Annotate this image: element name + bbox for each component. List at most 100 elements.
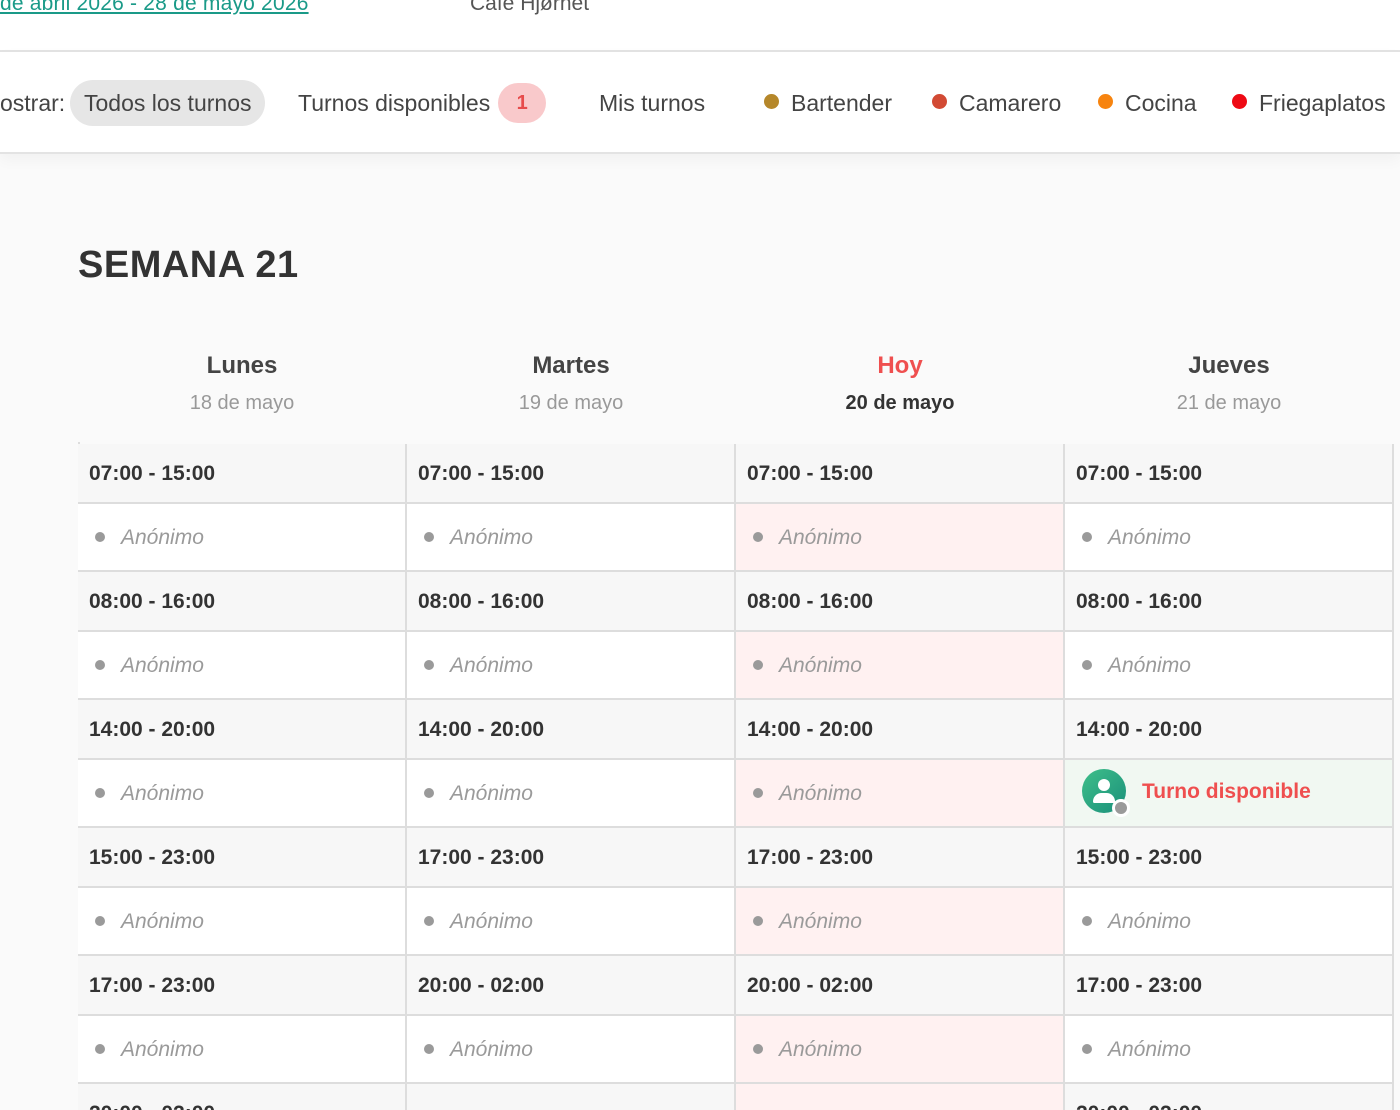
shift-person-cell[interactable]: Anónimo bbox=[1065, 888, 1394, 956]
shift-time: 20:00 - 02:00 bbox=[736, 956, 1065, 1016]
person-dot-icon bbox=[424, 1044, 434, 1054]
shift-person-cell[interactable]: Anónimo bbox=[78, 888, 407, 956]
shift-person-cell[interactable]: Anónimo bbox=[407, 1016, 736, 1084]
day-date: 21 de mayo bbox=[1176, 392, 1282, 414]
person-dot-icon bbox=[753, 532, 763, 542]
filter-my-shifts-label: Mis turnos bbox=[599, 90, 706, 116]
legend-dot-icon bbox=[932, 94, 947, 110]
person-dot-icon bbox=[424, 916, 434, 926]
location-name: Café Hjørnet bbox=[470, 0, 590, 15]
person-dot-icon bbox=[1082, 1044, 1092, 1054]
day-date: 18 de mayo bbox=[189, 392, 295, 414]
day-name: Hoy bbox=[877, 352, 923, 379]
person-dot-icon bbox=[1082, 660, 1092, 670]
shift-person-cell[interactable]: Anónimo bbox=[78, 1016, 407, 1084]
day-header: Lunes 18 de mayo bbox=[78, 352, 406, 415]
shift-time: 17:00 - 23:00 bbox=[736, 828, 1065, 888]
person-dot-icon bbox=[1082, 532, 1092, 542]
filter-all-shifts[interactable]: Todos los turnos bbox=[70, 80, 266, 126]
shift-time: 07:00 - 15:00 bbox=[1065, 444, 1394, 504]
shift-person-cell[interactable]: Anónimo bbox=[407, 760, 736, 828]
shift-person-cell[interactable]: Anónimo bbox=[407, 888, 736, 956]
person-dot-icon bbox=[95, 916, 105, 926]
day-name: Martes bbox=[532, 352, 610, 379]
legend-label: Bartender bbox=[791, 90, 893, 116]
filter-bar: ostrar: Todos los turnos Turnos disponib… bbox=[0, 52, 1400, 154]
shift-time: 07:00 - 15:00 bbox=[736, 444, 1065, 504]
shift-person-cell[interactable]: Anónimo bbox=[78, 632, 407, 700]
legend-label: Friegaplatos bbox=[1259, 90, 1386, 116]
shift-person-cell[interactable]: Anónimo bbox=[736, 632, 1065, 700]
shift-person-cell[interactable]: Anónimo bbox=[407, 632, 736, 700]
person-name: Anónimo bbox=[450, 1038, 533, 1061]
legend-item-bartender: Bartender bbox=[764, 90, 892, 117]
shift-person-cell[interactable]: Anónimo bbox=[736, 1016, 1065, 1084]
person-name: Anónimo bbox=[450, 910, 533, 933]
person-name: Anónimo bbox=[121, 654, 204, 677]
legend-item-friegaplatos: Friegaplatos bbox=[1232, 90, 1386, 117]
shift-time: 14:00 - 20:00 bbox=[736, 700, 1065, 760]
shift-time: 08:00 - 16:00 bbox=[1065, 572, 1394, 632]
shift-time bbox=[407, 1084, 736, 1110]
person-name: Anónimo bbox=[121, 910, 204, 933]
date-range-link[interactable]: de abril 2026 - 28 de mayo 2026 bbox=[0, 0, 309, 16]
person-dot-icon bbox=[753, 660, 763, 670]
filter-all-shifts-label: Todos los turnos bbox=[84, 90, 252, 116]
available-count-badge: 1 bbox=[498, 82, 547, 123]
shift-person-cell[interactable]: Anónimo bbox=[407, 504, 736, 572]
legend-label: Cocina bbox=[1125, 90, 1197, 116]
person-dot-icon bbox=[1082, 916, 1092, 926]
legend-dot-icon bbox=[764, 94, 779, 110]
filter-label: ostrar: bbox=[0, 90, 66, 116]
shift-person-cell[interactable]: Anónimo bbox=[1065, 1016, 1394, 1084]
person-dot-icon bbox=[424, 660, 434, 670]
shift-person-cell[interactable]: Anónimo bbox=[1065, 632, 1394, 700]
person-name: Anónimo bbox=[779, 526, 862, 549]
day-name: Jueves bbox=[1188, 352, 1270, 379]
person-name: Anónimo bbox=[1108, 654, 1191, 677]
shift-person-cell[interactable]: Anónimo bbox=[1065, 504, 1394, 572]
person-name: Anónimo bbox=[1108, 1038, 1191, 1061]
legend-item-cocina: Cocina bbox=[1098, 90, 1197, 117]
shift-person-cell[interactable]: Anónimo bbox=[78, 760, 407, 828]
shift-person-cell[interactable]: Anónimo bbox=[736, 760, 1065, 828]
shift-time: 15:00 - 23:00 bbox=[1065, 828, 1394, 888]
person-dot-icon bbox=[95, 532, 105, 542]
shift-time: 14:00 - 20:00 bbox=[407, 700, 736, 760]
filter-available-shifts-label: Turnos disponibles bbox=[298, 90, 491, 116]
open-shift-label: Turno disponible bbox=[1142, 780, 1311, 804]
day-header: Jueves 21 de mayo bbox=[1065, 352, 1393, 415]
day-date: 20 de mayo bbox=[845, 392, 955, 414]
legend-dot-icon bbox=[1098, 94, 1113, 110]
person-name: Anónimo bbox=[779, 654, 862, 677]
open-shift-cell[interactable]: Turno disponible bbox=[1065, 760, 1394, 828]
person-name: Anónimo bbox=[1108, 526, 1191, 549]
legend-item-camarero: Camarero bbox=[932, 90, 1061, 117]
shift-time: 07:00 - 15:00 bbox=[78, 444, 407, 504]
day-column: 07:00 - 15:00 Anónimo 08:00 - 16:00 Anónimo… bbox=[407, 444, 736, 1110]
day-header: Hoy 20 de mayo bbox=[736, 352, 1064, 415]
person-name: Anónimo bbox=[779, 782, 862, 805]
filter-my-shifts[interactable]: Mis turnos bbox=[585, 80, 719, 126]
person-name: Anónimo bbox=[450, 782, 533, 805]
person-name: Anónimo bbox=[121, 1038, 204, 1061]
shift-person-cell[interactable]: Anónimo bbox=[736, 504, 1065, 572]
shift-time: 20:00 - 02:00 bbox=[78, 1084, 407, 1110]
person-dot-icon bbox=[95, 788, 105, 798]
shift-time: 07:00 - 15:00 bbox=[407, 444, 736, 504]
day-date: 19 de mayo bbox=[518, 392, 624, 414]
person-name: Anónimo bbox=[779, 910, 862, 933]
day-column: 07:00 - 15:00 Anónimo 08:00 - 16:00 Anónimo… bbox=[1065, 444, 1394, 1110]
status-dot-icon bbox=[1112, 799, 1130, 818]
shift-time: 15:00 - 23:00 bbox=[78, 828, 407, 888]
person-name: Anónimo bbox=[1108, 910, 1191, 933]
day-column: 07:00 - 15:00 Anónimo 08:00 - 16:00 Anónimo… bbox=[736, 444, 1065, 1110]
shift-time: 17:00 - 23:00 bbox=[78, 956, 407, 1016]
shift-time: 20:00 - 02:00 bbox=[407, 956, 736, 1016]
person-name: Anónimo bbox=[450, 654, 533, 677]
shift-person-cell[interactable]: Anónimo bbox=[78, 504, 407, 572]
filter-available-shifts[interactable]: Turnos disponibles 1 bbox=[284, 80, 560, 126]
shift-person-cell[interactable]: Anónimo bbox=[736, 888, 1065, 956]
shift-time: 08:00 - 16:00 bbox=[736, 572, 1065, 632]
person-dot-icon bbox=[424, 788, 434, 798]
